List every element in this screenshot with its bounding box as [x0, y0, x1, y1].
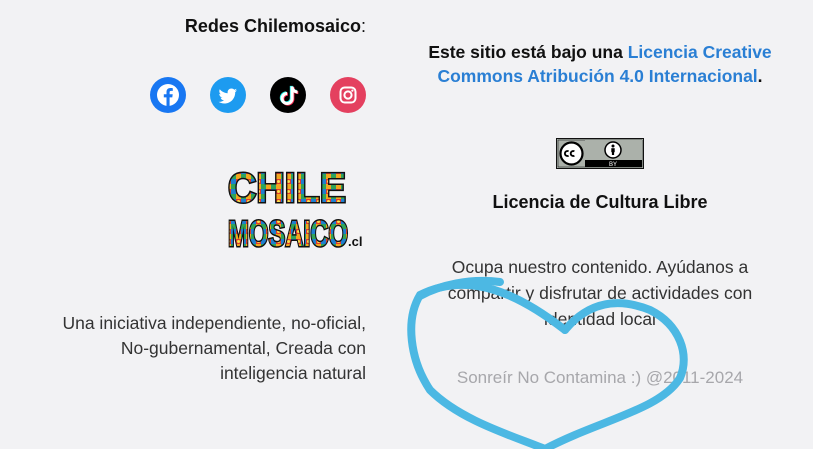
- logo-suffix: .cl: [348, 234, 362, 249]
- tiktok-icon[interactable]: [270, 77, 306, 113]
- instagram-icon[interactable]: [330, 77, 366, 113]
- facebook-icon[interactable]: [150, 77, 186, 113]
- social-links: [150, 77, 366, 113]
- logo-line2: MOSAICO: [228, 213, 348, 254]
- social-title: Redes Chilemosaico:: [184, 16, 366, 36]
- license-title: Licencia de Cultura Libre: [492, 192, 708, 212]
- cc-by-badge[interactable]: BY: [556, 138, 644, 169]
- footer-right-column: Este sitio está bajo una Licencia Creati…: [420, 0, 780, 449]
- license-statement: Este sitio está bajo una Licencia Creati…: [428, 42, 772, 86]
- twitter-icon[interactable]: [210, 77, 246, 113]
- chilemosaico-logo[interactable]: CHILE MOSAICO .cl: [226, 154, 366, 266]
- footer: Redes Chilemosaico: CHILE MOSAICO .cl Un…: [0, 0, 813, 449]
- logo-line1: CHILE: [228, 164, 346, 211]
- tagline: Una iniciativa independiente, no-oficial…: [6, 311, 366, 386]
- person-icon: [604, 141, 622, 159]
- tagline-line: No-gubernamental, Creada con: [120, 338, 366, 358]
- usage-text: Ocupa nuestro contenido. Ayúdanos a comp…: [447, 257, 753, 329]
- cc-icon: [559, 141, 584, 166]
- tagline-line: inteligencia natural: [220, 363, 366, 383]
- tagline-line: Una iniciativa independiente, no-oficial…: [62, 313, 366, 333]
- footer-left-column: Redes Chilemosaico: CHILE MOSAICO .cl Un…: [0, 0, 366, 449]
- cc-badge-by: BY: [609, 162, 617, 168]
- copyright-text: Sonreír No Contamina :) @2011-2024: [456, 368, 744, 387]
